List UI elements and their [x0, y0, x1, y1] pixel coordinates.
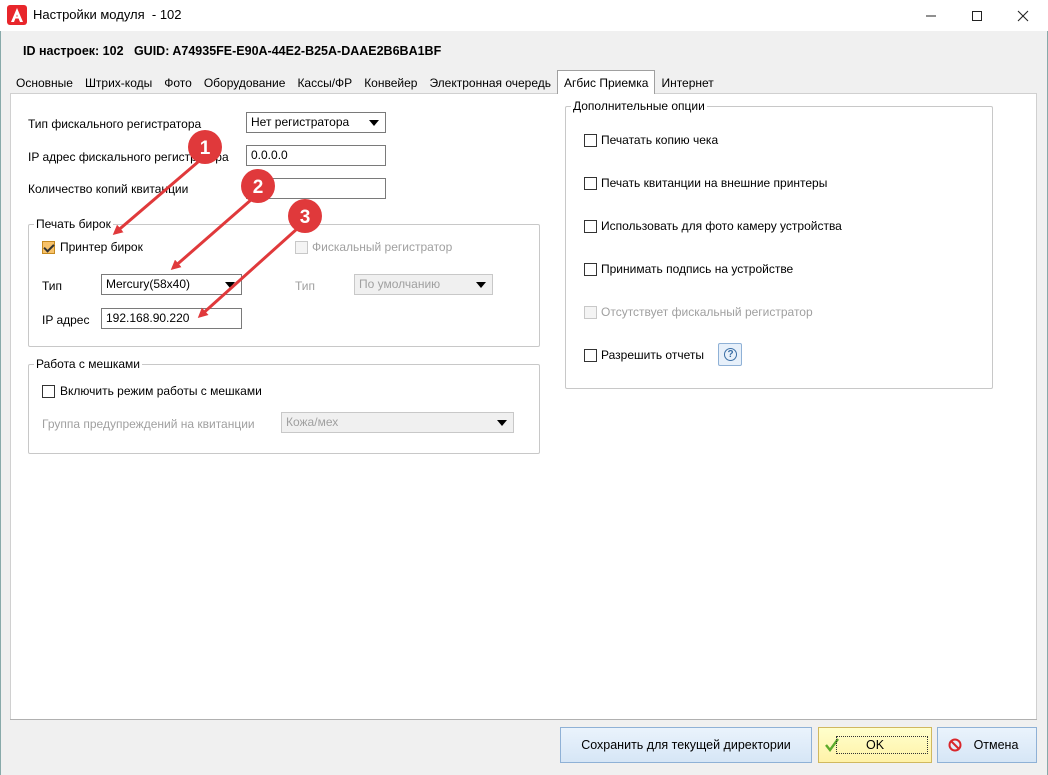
tag-fiscal-type-value: По умолчанию	[359, 277, 441, 291]
tab-main[interactable]: Основные	[10, 72, 79, 94]
external-printers-checkbox[interactable]	[584, 177, 597, 190]
fiscal-ip-label: IP адрес фискального регистратора	[28, 150, 229, 164]
tag-ip-label: IP адрес	[42, 313, 90, 327]
tab-agbis-intake[interactable]: Агбис Приемка	[557, 70, 656, 94]
bags-group-title: Работа с мешками	[34, 357, 142, 371]
tag-fiscal-type-select[interactable]: По умолчанию	[354, 274, 493, 295]
bags-mode-label: Включить режим работы с мешками	[60, 384, 262, 398]
tab-cash-registers[interactable]: Кассы/ФР	[291, 72, 358, 94]
chevron-down-icon	[476, 282, 486, 288]
no-fiscal-checkbox[interactable]	[584, 306, 597, 319]
additional-options-title: Дополнительные опции	[571, 99, 707, 113]
bags-mode-checkbox[interactable]	[42, 385, 55, 398]
additional-options-group	[565, 106, 993, 389]
help-button[interactable]: ?	[718, 343, 742, 366]
tag-ip-input[interactable]: 192.168.90.220	[101, 308, 242, 329]
footer-separator	[10, 719, 1037, 720]
tag-print-group-title: Печать бирок	[34, 217, 113, 231]
fiscal-ip-input[interactable]: 0.0.0.0	[246, 145, 386, 166]
tab-internet[interactable]: Интернет	[655, 72, 719, 94]
tag-fiscal-type-label: Тип	[295, 279, 316, 293]
ok-label: OK	[865, 738, 885, 752]
fiscal-type-label: Тип фискального регистратора	[28, 117, 202, 131]
tag-type-value: Mercury(58x40)	[106, 277, 191, 291]
cancel-icon	[948, 738, 962, 752]
tab-e-queue[interactable]: Электронная очередь	[423, 72, 557, 94]
app-logo-icon	[7, 5, 27, 25]
tag-fiscal-checkbox[interactable]	[295, 241, 308, 254]
print-receipt-copy-checkbox[interactable]	[584, 134, 597, 147]
window-title: Настройки модуля - 102	[33, 7, 182, 22]
warn-group-select[interactable]: Кожа/мех	[281, 412, 514, 433]
minimize-icon	[926, 15, 936, 16]
tag-printer-label: Принтер бирок	[60, 240, 143, 254]
cancel-button[interactable]: Отмена	[937, 727, 1037, 763]
maximize-icon	[972, 10, 982, 21]
ok-button[interactable]: OK	[818, 727, 932, 763]
save-for-directory-label: Сохранить для текущей директории	[581, 738, 791, 752]
warn-group-value: Кожа/мех	[286, 415, 339, 429]
print-receipt-copy-label: Печатать копию чека	[601, 133, 719, 147]
fiscal-type-select[interactable]: Нет регистратора	[246, 112, 386, 133]
save-for-directory-button[interactable]: Сохранить для текущей директории	[560, 727, 812, 763]
tag-type-label: Тип	[42, 279, 63, 293]
maximize-button[interactable]	[954, 0, 1000, 31]
fiscal-type-value: Нет регистратора	[251, 115, 350, 129]
warn-group-label: Группа предупреждений на квитанции	[42, 417, 255, 431]
no-fiscal-label: Отсутствует фискальный регистратор	[601, 305, 813, 319]
receipt-copies-label: Количество копий квитанции	[28, 182, 189, 196]
minimize-button[interactable]	[908, 0, 954, 31]
question-icon: ?	[724, 348, 737, 361]
receipt-copies-input[interactable]	[246, 178, 386, 199]
device-signature-label: Принимать подпись на устройстве	[601, 262, 794, 276]
tab-equipment[interactable]: Оборудование	[198, 72, 292, 94]
allow-reports-label: Разрешить отчеты	[601, 348, 704, 362]
device-camera-checkbox[interactable]	[584, 220, 597, 233]
chevron-down-icon	[497, 420, 507, 426]
tab-strip: Основные Штрих-коды Фото Оборудование Ка…	[10, 70, 720, 94]
bags-group	[28, 364, 540, 454]
close-icon	[1017, 10, 1029, 21]
tab-barcodes[interactable]: Штрих-коды	[79, 72, 158, 94]
chevron-down-icon	[369, 120, 379, 126]
tab-photo[interactable]: Фото	[158, 72, 198, 94]
tag-printer-checkbox[interactable]	[42, 241, 55, 254]
external-printers-label: Печать квитанции на внешние принтеры	[601, 176, 828, 190]
chevron-down-icon	[225, 282, 235, 288]
tab-conveyor[interactable]: Конвейер	[358, 72, 423, 94]
settings-id-guid: ID настроек: 102 GUID: A74935FE-E90A-44E…	[23, 44, 442, 58]
cancel-label: Отмена	[973, 738, 1019, 752]
close-button[interactable]	[1000, 0, 1046, 31]
tag-type-select[interactable]: Mercury(58x40)	[101, 274, 242, 295]
allow-reports-checkbox[interactable]	[584, 349, 597, 362]
tag-fiscal-label: Фискальный регистратор	[312, 240, 453, 254]
device-signature-checkbox[interactable]	[584, 263, 597, 276]
device-camera-label: Использовать для фото камеру устройства	[601, 219, 842, 233]
